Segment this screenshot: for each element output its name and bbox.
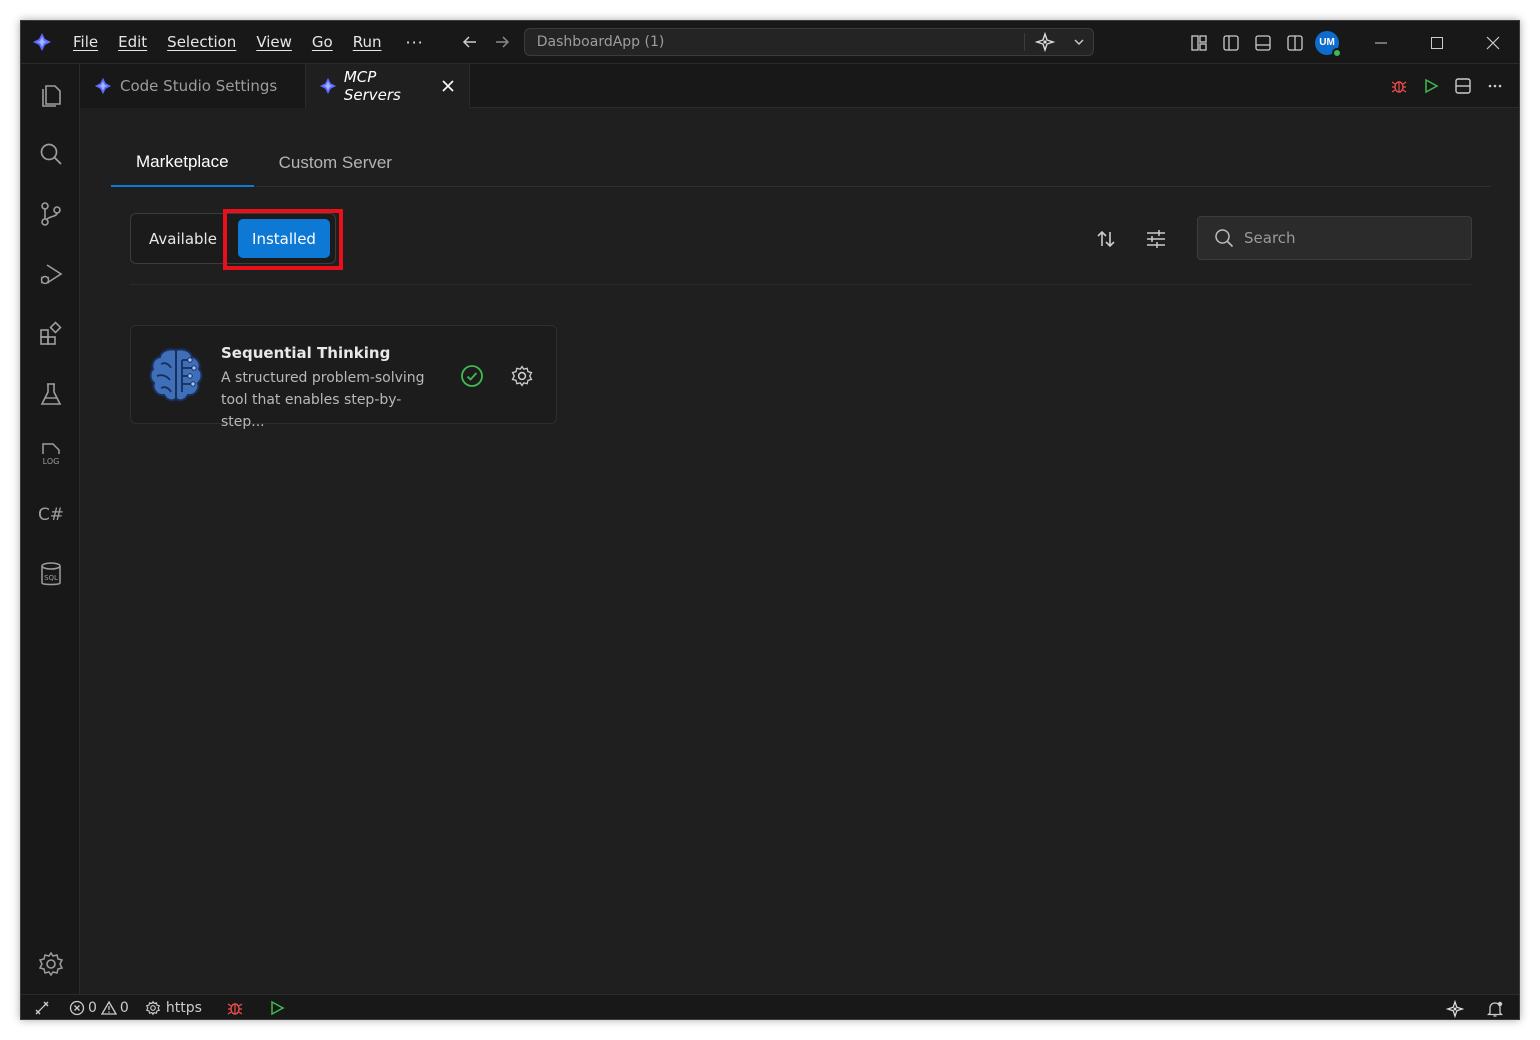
server-name: Sequential Thinking: [221, 344, 391, 362]
menu-view[interactable]: View: [246, 21, 302, 64]
status-bar-right: [1435, 995, 1515, 1019]
status-copilot-icon[interactable]: [1435, 995, 1475, 1019]
toggle-primary-sidebar-icon[interactable]: [1215, 27, 1247, 59]
warning-icon: [100, 1000, 117, 1015]
back-arrow-icon[interactable]: [454, 26, 486, 58]
source-control-icon[interactable]: [21, 189, 80, 239]
server-description: A structured problem-solving tool that e…: [221, 370, 425, 430]
svg-text:C#: C#: [37, 505, 63, 525]
debug-bug-icon[interactable]: [1383, 70, 1415, 102]
code-studio-window: File Edit Selection View Go Run ··· Dash…: [20, 20, 1520, 1020]
close-window-icon[interactable]: [1465, 21, 1519, 64]
error-icon: [69, 1000, 85, 1016]
server-settings-gear-icon[interactable]: [508, 362, 536, 390]
layout-controls: UM: [1183, 21, 1342, 64]
search-icon: [1204, 228, 1244, 248]
sql-database-icon[interactable]: SQL: [21, 549, 80, 599]
svg-text:SQL: SQL: [44, 574, 58, 582]
command-center[interactable]: DashboardApp (1): [523, 28, 1094, 56]
csharp-icon[interactable]: C#: [21, 489, 80, 539]
search-input[interactable]: [1244, 229, 1444, 247]
mcp-servers-editor: Marketplace Custom Server Available Inst…: [81, 109, 1519, 993]
gear-icon: [145, 1000, 160, 1016]
error-count: 0: [88, 1000, 97, 1016]
search-icon[interactable]: [21, 129, 80, 179]
sort-arrows-icon[interactable]: [1088, 221, 1124, 257]
navigation-arrows: [454, 26, 518, 58]
copilot-icon[interactable]: [1025, 28, 1065, 56]
tab-label: Code Studio Settings: [120, 77, 278, 95]
menu-selection[interactable]: Selection: [157, 21, 246, 64]
testing-flask-icon[interactable]: [21, 369, 80, 419]
toggle-secondary-sidebar-icon[interactable]: [1279, 27, 1311, 59]
title-bar: File Edit Selection View Go Run ··· Dash…: [21, 21, 1519, 64]
tab-custom-server[interactable]: Custom Server: [254, 139, 417, 187]
chevron-down-icon[interactable]: [1065, 28, 1093, 56]
problems-status[interactable]: 0 0: [63, 995, 139, 1020]
installed-check-icon: [458, 362, 486, 390]
activity-bar: LOG C# SQL: [21, 64, 80, 994]
mcp-tab-logo-icon: [318, 75, 338, 97]
menu-edit[interactable]: Edit: [108, 21, 157, 64]
notifications-bell-icon[interactable]: [1475, 995, 1515, 1019]
filter-sliders-icon[interactable]: [1138, 221, 1174, 257]
marketplace-toolbar: Available Installed: [130, 209, 1472, 285]
status-bar: 0 0 https: [21, 994, 1519, 1020]
manage-gear-icon[interactable]: [21, 939, 80, 989]
app-logo-icon: [21, 21, 63, 64]
run-and-debug-icon[interactable]: [21, 249, 80, 299]
command-center-label: DashboardApp (1): [536, 34, 665, 50]
minimize-icon[interactable]: [1353, 21, 1409, 64]
menu-more-button[interactable]: ···: [392, 21, 438, 64]
account-avatar[interactable]: UM: [1315, 30, 1342, 58]
menu-go[interactable]: Go: [302, 21, 343, 64]
more-actions-icon[interactable]: [1479, 70, 1511, 102]
highlight-annotation: [223, 209, 343, 270]
editor-actions: [1383, 64, 1511, 108]
warning-count: 0: [119, 1000, 129, 1016]
presence-status-dot: [1332, 47, 1342, 58]
log-viewer-icon[interactable]: LOG: [21, 429, 80, 479]
mcp-section-tabs: Marketplace Custom Server: [111, 139, 1491, 187]
editor-tab-bar: Code Studio Settings MCP Servers: [80, 64, 1519, 108]
explorer-icon[interactable]: [21, 69, 80, 119]
forward-arrow-icon[interactable]: [486, 26, 518, 58]
menu-file[interactable]: File: [63, 21, 108, 64]
tab-label: MCP Servers: [343, 68, 401, 104]
settings-tab-logo-icon: [92, 75, 114, 97]
close-tab-icon[interactable]: [439, 76, 457, 96]
toggle-panel-icon[interactable]: [1247, 27, 1279, 59]
launch-profile-status[interactable]: https: [139, 995, 212, 1020]
menu-bar: File Edit Selection View Go Run ···: [63, 21, 438, 64]
maximize-icon[interactable]: [1409, 21, 1465, 64]
tab-code-studio-settings[interactable]: Code Studio Settings: [80, 64, 306, 108]
window-controls: [1353, 21, 1519, 64]
server-card[interactable]: Sequential Thinking A structured problem…: [130, 325, 557, 430]
available-filter-button[interactable]: Available: [138, 219, 228, 258]
remote-indicator-icon[interactable]: [21, 995, 63, 1020]
extensions-icon[interactable]: [21, 309, 80, 359]
customize-layout-icon[interactable]: [1183, 27, 1215, 59]
svg-text:LOG: LOG: [42, 457, 59, 466]
run-play-icon[interactable]: [1415, 70, 1447, 102]
status-run-icon[interactable]: [262, 995, 292, 1020]
tab-marketplace[interactable]: Marketplace: [111, 139, 254, 187]
server-search-field[interactable]: [1197, 216, 1472, 260]
brain-circuit-icon: [149, 346, 203, 404]
launch-profile-label: https: [165, 1000, 202, 1016]
split-editor-icon[interactable]: [1447, 70, 1479, 102]
status-debug-icon[interactable]: [220, 995, 250, 1020]
avatar-initials: UM: [1319, 37, 1335, 48]
menu-run[interactable]: Run: [343, 21, 392, 64]
tab-mcp-servers[interactable]: MCP Servers: [306, 64, 470, 108]
